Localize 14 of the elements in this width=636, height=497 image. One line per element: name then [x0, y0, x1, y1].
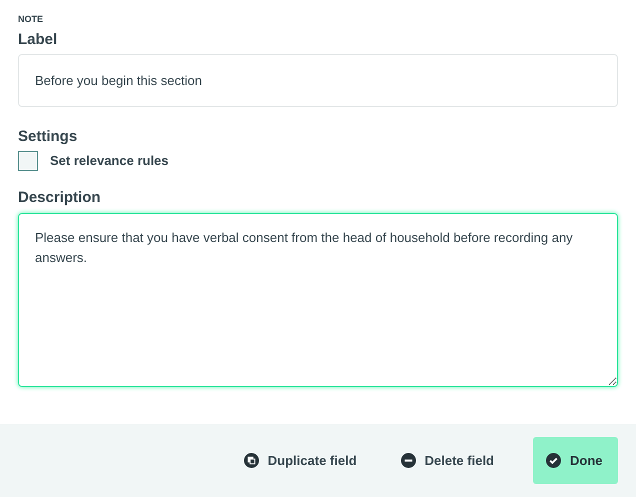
action-button[interactable]: Delete field: [388, 437, 507, 484]
description-field[interactable]: Please ensure that you have verbal consent from the head of household before recording any answers.: [18, 213, 618, 387]
minus-icon: [400, 453, 416, 468]
check-icon: [546, 453, 561, 468]
field-type: NOTE: [18, 13, 44, 25]
checkbox-label: Set relevance rules: [50, 152, 169, 170]
settings-heading: Settings: [18, 127, 78, 147]
label-field[interactable]: Before you begin this section: [18, 54, 618, 107]
description-heading: Description: [18, 188, 102, 208]
action-button[interactable]: Duplicate field: [230, 437, 370, 484]
checkbox[interactable]: [18, 151, 38, 171]
label-heading: Label: [18, 30, 58, 50]
done-button[interactable]: Done: [533, 437, 618, 484]
duplicate-icon: [244, 453, 259, 468]
